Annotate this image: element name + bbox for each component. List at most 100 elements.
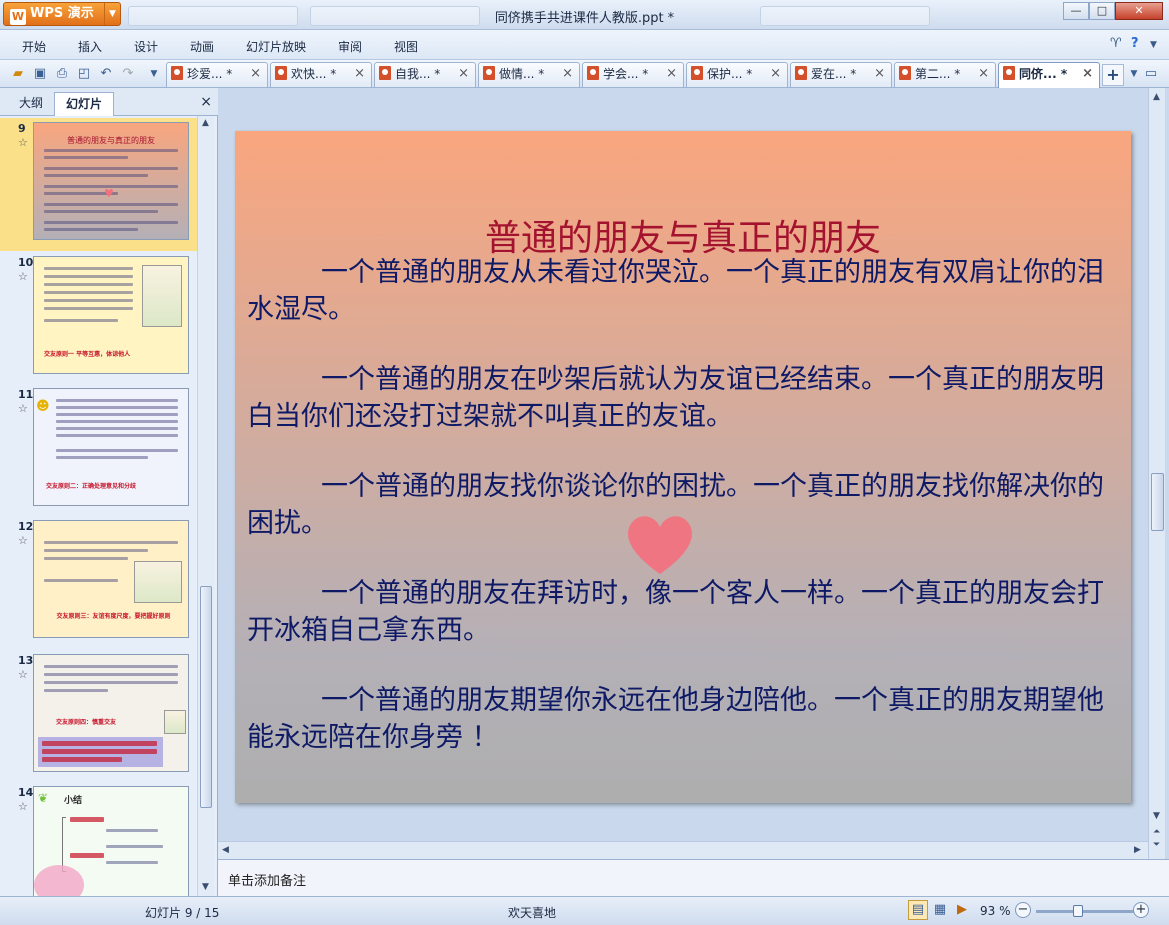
menu-insert[interactable]: 插入 [78,38,102,55]
maximize-button[interactable]: □ [1089,2,1115,20]
doc-tab-label: 保护... * [707,67,753,81]
tab-outline[interactable]: 大纲 [8,92,54,116]
help-icon[interactable]: ? [1131,36,1139,51]
doc-tab-label: 欢快... * [291,67,337,81]
slide-number: 11 [18,388,34,401]
doc-tab[interactable]: 保护... * × [686,62,788,87]
doc-tab[interactable]: 自我... * × [374,62,476,87]
thumbnail-slide-14[interactable]: 14 ☆ ❦ 小结 [0,782,197,896]
quick-access-dropdown-icon[interactable]: ▼ [146,66,162,82]
animation-star-icon: ☆ [18,270,28,283]
close-window-button[interactable]: ✕ [1115,2,1163,20]
doc-tab[interactable]: 第二... * × [894,62,996,87]
normal-view-icon[interactable]: ▤ [908,900,928,920]
notes-pane[interactable]: 单击添加备注 [218,859,1169,896]
close-tab-icon[interactable]: × [770,63,781,85]
close-tab-icon[interactable]: × [1082,63,1093,85]
thumbnail-slide-13[interactable]: 13 ☆ 交友原则四：慎重交友 [0,650,197,783]
zoom-slider-knob[interactable] [1072,905,1083,917]
background-window-tab[interactable] [128,6,298,26]
thumbnail-slide-12[interactable]: 12 ☆ 交友原则三：友谊有度尺度，要把握好原则 [0,516,197,649]
new-tab-button[interactable]: + [1102,64,1124,86]
slide-sorter-icon[interactable]: ▦ [930,900,950,920]
thumbnail-slide-9[interactable]: 9 ☆ 普通的朋友与真正的朋友 ♥ [0,118,197,251]
slide-thumbnail[interactable]: 交友原则三：友谊有度尺度，要把握好原则 [33,520,189,638]
scroll-right-icon[interactable]: ▶ [1134,845,1141,855]
undo-icon[interactable]: ↶ [98,66,114,82]
slide-paragraph[interactable]: 一个普通的朋友在吵架后就认为友谊已经结束。一个真正的朋友明白当你们还没打过架就不… [247,361,1117,435]
scrollbar-thumb[interactable] [200,586,212,808]
editor-vertical-scrollbar[interactable]: ▲ ▼ ⏶ ⏷ [1148,88,1165,859]
close-tab-icon[interactable]: × [458,63,469,85]
menu-home[interactable]: 开始 [22,38,46,55]
scrollbar-thumb[interactable] [1151,473,1164,531]
skin-icon[interactable]: ♈ [1110,36,1122,51]
scroll-up-icon[interactable]: ▲ [1153,92,1160,102]
close-tab-icon[interactable]: × [562,63,573,85]
menu-animation[interactable]: 动画 [190,38,214,55]
open-folder-icon[interactable]: ▰ [10,66,26,82]
menu-review[interactable]: 审阅 [338,38,362,55]
slide-thumbnail[interactable]: 交友原则四：慎重交友 [33,654,189,772]
thumbnail-scrollbar[interactable]: ▲ ▼ [197,116,214,896]
menu-view[interactable]: 视图 [394,38,418,55]
menu-slideshow[interactable]: 幻灯片放映 [246,38,306,55]
thumbnail-text-line [44,221,178,224]
doc-tab[interactable]: 欢快... * × [270,62,372,87]
print-icon[interactable]: ⎙ [54,66,70,82]
slide-paragraph[interactable]: 一个普通的朋友从未看过你哭泣。一个真正的朋友有双肩让你的泪水湿尽。 [247,254,1117,328]
thumbnail-slide-10[interactable]: 10 ☆ 交友原则一 平等互惠，体谅他人 [0,252,197,385]
wps-menu-button[interactable]: W WPS 演示 ▼ [3,2,121,26]
doc-tab[interactable]: 爱在... * × [790,62,892,87]
zoom-slider[interactable] [1036,905,1134,917]
zoom-in-icon[interactable]: + [1133,902,1149,918]
slideshow-icon[interactable]: ▶ [952,900,972,920]
wps-menu-label: WPS 演示 [30,6,94,21]
redo-icon[interactable]: ↷ [120,66,136,82]
tab-layout-icon[interactable]: ▭ [1143,66,1159,82]
save-icon[interactable]: ▣ [32,66,48,82]
wps-logo-icon: W [10,9,26,25]
slide-thumbnail[interactable]: ❦ 小结 [33,786,189,896]
slide-thumbnail[interactable]: 交友原则一 平等互惠，体谅他人 [33,256,189,374]
dropdown-arrow-icon[interactable]: ▼ [104,3,120,25]
previous-slide-icon[interactable]: ⏶ [1153,827,1160,837]
doc-tab[interactable]: 做情... * × [478,62,580,87]
help-dropdown-icon[interactable]: ▼ [1150,40,1157,50]
minimize-button[interactable]: — [1063,2,1089,20]
editor-horizontal-scrollbar[interactable]: ◀ ▶ [218,841,1148,859]
scroll-down-icon[interactable]: ▼ [1153,811,1160,821]
close-tab-icon[interactable]: × [874,63,885,85]
doc-tab-active[interactable]: 同侪... * × [998,62,1100,88]
slide-paragraph[interactable]: 一个普通的朋友在拜访时，像一个客人一样。一个真正的朋友会打开冰箱自己拿东西。 [247,575,1117,649]
scroll-up-icon[interactable]: ▲ [202,118,209,128]
close-tab-icon[interactable]: × [250,63,261,85]
smiley-icon: ☻ [36,399,50,414]
background-window-tab[interactable] [760,6,930,26]
tab-list-dropdown-icon[interactable]: ▼ [1126,66,1142,82]
background-window-tab[interactable] [310,6,480,26]
notes-placeholder[interactable]: 单击添加备注 [228,870,306,889]
scroll-down-icon[interactable]: ▼ [202,882,209,892]
title-bar: W WPS 演示 ▼ 同侪携手共进课件人教版.ppt * — □ ✕ [0,0,1169,30]
doc-tab-label: 第二... * [915,67,961,81]
current-slide[interactable]: 普通的朋友与真正的朋友 一个普通的朋友从未看过你哭泣。一个真正的朋友有双肩让你的… [235,131,1131,803]
slide-thumbnail[interactable]: ☻ 交友原则二：正确处理意见和分歧 [33,388,189,506]
thumbnail-text-line [42,741,157,746]
slide-panel: 大纲 幻灯片 × 9 ☆ 普通的朋友与真正的朋友 ♥ 10 ☆ 交友原则一 平等… [0,88,218,896]
slide-paragraph[interactable]: 一个普通的朋友期望你永远在他身边陪他。一个真正的朋友期望他能永远陪在你身旁 ！ [247,682,1117,756]
menu-design[interactable]: 设计 [134,38,158,55]
close-panel-icon[interactable]: × [200,94,212,110]
next-slide-icon[interactable]: ⏷ [1153,840,1160,850]
print-preview-icon[interactable]: ◰ [76,66,92,82]
slide-thumbnail[interactable]: 普通的朋友与真正的朋友 ♥ [33,122,189,240]
scroll-left-icon[interactable]: ◀ [222,845,229,855]
tab-slides[interactable]: 幻灯片 [54,92,114,116]
doc-tab[interactable]: 学会... * × [582,62,684,87]
close-tab-icon[interactable]: × [354,63,365,85]
close-tab-icon[interactable]: × [978,63,989,85]
zoom-out-icon[interactable]: − [1015,902,1031,918]
close-tab-icon[interactable]: × [666,63,677,85]
thumbnail-slide-11[interactable]: 11 ☆ ☻ 交友原则二：正确处理意见和分歧 [0,384,197,517]
doc-tab[interactable]: 珍爱... * × [166,62,268,87]
